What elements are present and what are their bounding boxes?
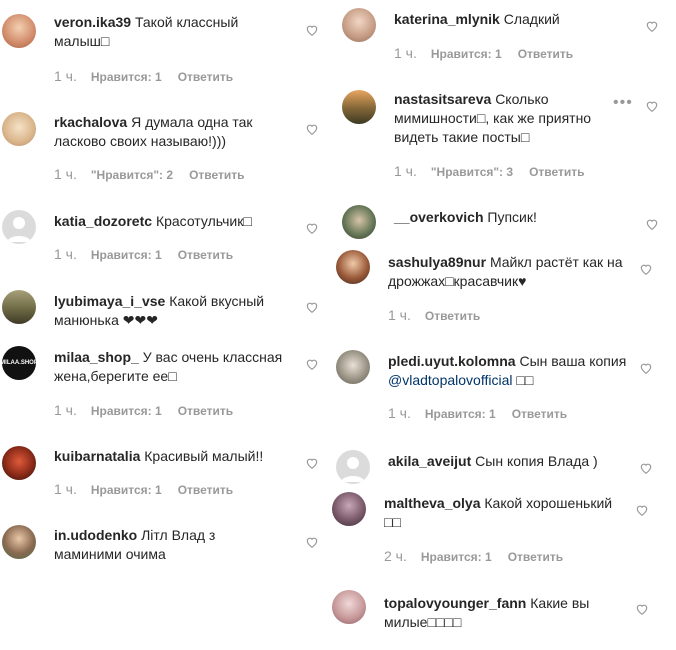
comment-username[interactable]: maltheva_olya [384, 495, 481, 511]
like-heart-icon[interactable] [305, 221, 319, 235]
comment-time: 1 ч. [54, 246, 77, 262]
reply-button[interactable]: Ответить [178, 248, 233, 262]
likes-count[interactable]: Нравится: 1 [91, 404, 162, 418]
comment-username[interactable]: rkachalova [54, 114, 127, 130]
milaa-shop-logo: MILAA.SHOP [2, 360, 36, 366]
reply-button[interactable]: Ответить [425, 309, 480, 323]
avatar[interactable] [336, 350, 370, 384]
like-heart-icon[interactable] [305, 300, 319, 314]
comment-username[interactable]: veron.ika39 [54, 14, 131, 30]
comment-text: Сын ваша копия [519, 353, 627, 369]
mention-link[interactable]: @vladtopalovofficial [388, 372, 512, 388]
avatar[interactable] [332, 590, 366, 624]
reply-button[interactable]: Ответить [508, 550, 563, 564]
like-heart-icon[interactable] [305, 456, 319, 470]
comment-text: Красотульчик□ [155, 213, 252, 229]
like-heart-icon[interactable] [645, 217, 659, 231]
comment-username[interactable]: katerina_mlynik [394, 11, 500, 27]
more-options-icon[interactable]: ••• [613, 94, 633, 112]
comment-time: 1 ч. [394, 163, 417, 179]
avatar[interactable] [336, 250, 370, 284]
avatar[interactable] [342, 205, 376, 239]
comment-text: Сын копия Влада ) [475, 453, 598, 469]
comment-username[interactable]: nastasitsareva [394, 91, 491, 107]
avatar[interactable] [2, 210, 36, 244]
avatar[interactable] [2, 446, 36, 480]
comment-text-suffix: □□ [512, 372, 534, 388]
like-heart-icon[interactable] [639, 262, 653, 276]
reply-button[interactable]: Ответить [189, 168, 244, 182]
comment-username[interactable]: kuibarnatalia [54, 448, 140, 464]
reply-button[interactable]: Ответить [178, 70, 233, 84]
comment-text: Пупсик! [487, 209, 537, 225]
avatar[interactable]: MILAA.SHOP [2, 346, 36, 380]
comment-username[interactable]: pledi.uyut.kolomna [388, 353, 516, 369]
avatar[interactable] [336, 450, 370, 484]
reply-button[interactable]: Ответить [512, 407, 567, 421]
default-avatar-icon [7, 217, 31, 242]
likes-count[interactable]: Нравится: 1 [421, 550, 492, 564]
avatar[interactable] [342, 90, 376, 124]
avatar[interactable] [332, 492, 366, 526]
likes-count[interactable]: Нравится: 1 [425, 407, 496, 421]
like-heart-icon[interactable] [639, 361, 653, 375]
comment-time: 1 ч. [54, 68, 77, 84]
like-heart-icon[interactable] [305, 23, 319, 37]
reply-button[interactable]: Ответить [178, 483, 233, 497]
default-avatar-icon [341, 457, 365, 482]
comment-username[interactable]: katia_dozoretc [54, 213, 152, 229]
comment-username[interactable]: lyubimaya_i_vse [54, 293, 165, 309]
like-heart-icon[interactable] [645, 99, 659, 113]
comment-time: 2 ч. [384, 548, 407, 564]
like-heart-icon[interactable] [635, 503, 649, 517]
comment-time: 1 ч. [54, 166, 77, 182]
avatar[interactable] [342, 8, 376, 42]
likes-count[interactable]: Нравится: 1 [431, 47, 502, 61]
comment-username[interactable]: milaa_shop_ [54, 349, 139, 365]
comment-text: Красивый малый!! [144, 448, 264, 464]
comment-text: Сладкий [503, 11, 560, 27]
comment-time: 1 ч. [54, 481, 77, 497]
avatar[interactable] [2, 14, 36, 48]
comment-username[interactable]: topalovyounger_fann [384, 595, 526, 611]
likes-count[interactable]: Нравится: 1 [91, 70, 162, 84]
comment-username[interactable]: __overkovich [394, 209, 484, 225]
comment-username[interactable]: sashulya89nur [388, 254, 486, 270]
avatar[interactable] [2, 112, 36, 146]
like-heart-icon[interactable] [305, 357, 319, 371]
reply-button[interactable]: Ответить [529, 165, 584, 179]
avatar[interactable] [2, 525, 36, 559]
likes-count[interactable]: "Нравится": 3 [431, 165, 513, 179]
like-heart-icon[interactable] [639, 461, 653, 475]
avatar[interactable] [2, 290, 36, 324]
reply-button[interactable]: Ответить [178, 404, 233, 418]
likes-count[interactable]: Нравится: 1 [91, 248, 162, 262]
likes-count[interactable]: "Нравится": 2 [91, 168, 173, 182]
comment-time: 1 ч. [54, 402, 77, 418]
comment-username[interactable]: in.udodenko [54, 527, 137, 543]
comment-username[interactable]: akila_aveijut [388, 453, 471, 469]
reply-button[interactable]: Ответить [518, 47, 573, 61]
like-heart-icon[interactable] [635, 602, 649, 616]
comment-time: 1 ч. [388, 405, 411, 421]
comment-time: 1 ч. [388, 307, 411, 323]
likes-count[interactable]: Нравится: 1 [91, 483, 162, 497]
like-heart-icon[interactable] [305, 122, 319, 136]
like-heart-icon[interactable] [305, 535, 319, 549]
like-heart-icon[interactable] [645, 19, 659, 33]
comment-time: 1 ч. [394, 45, 417, 61]
